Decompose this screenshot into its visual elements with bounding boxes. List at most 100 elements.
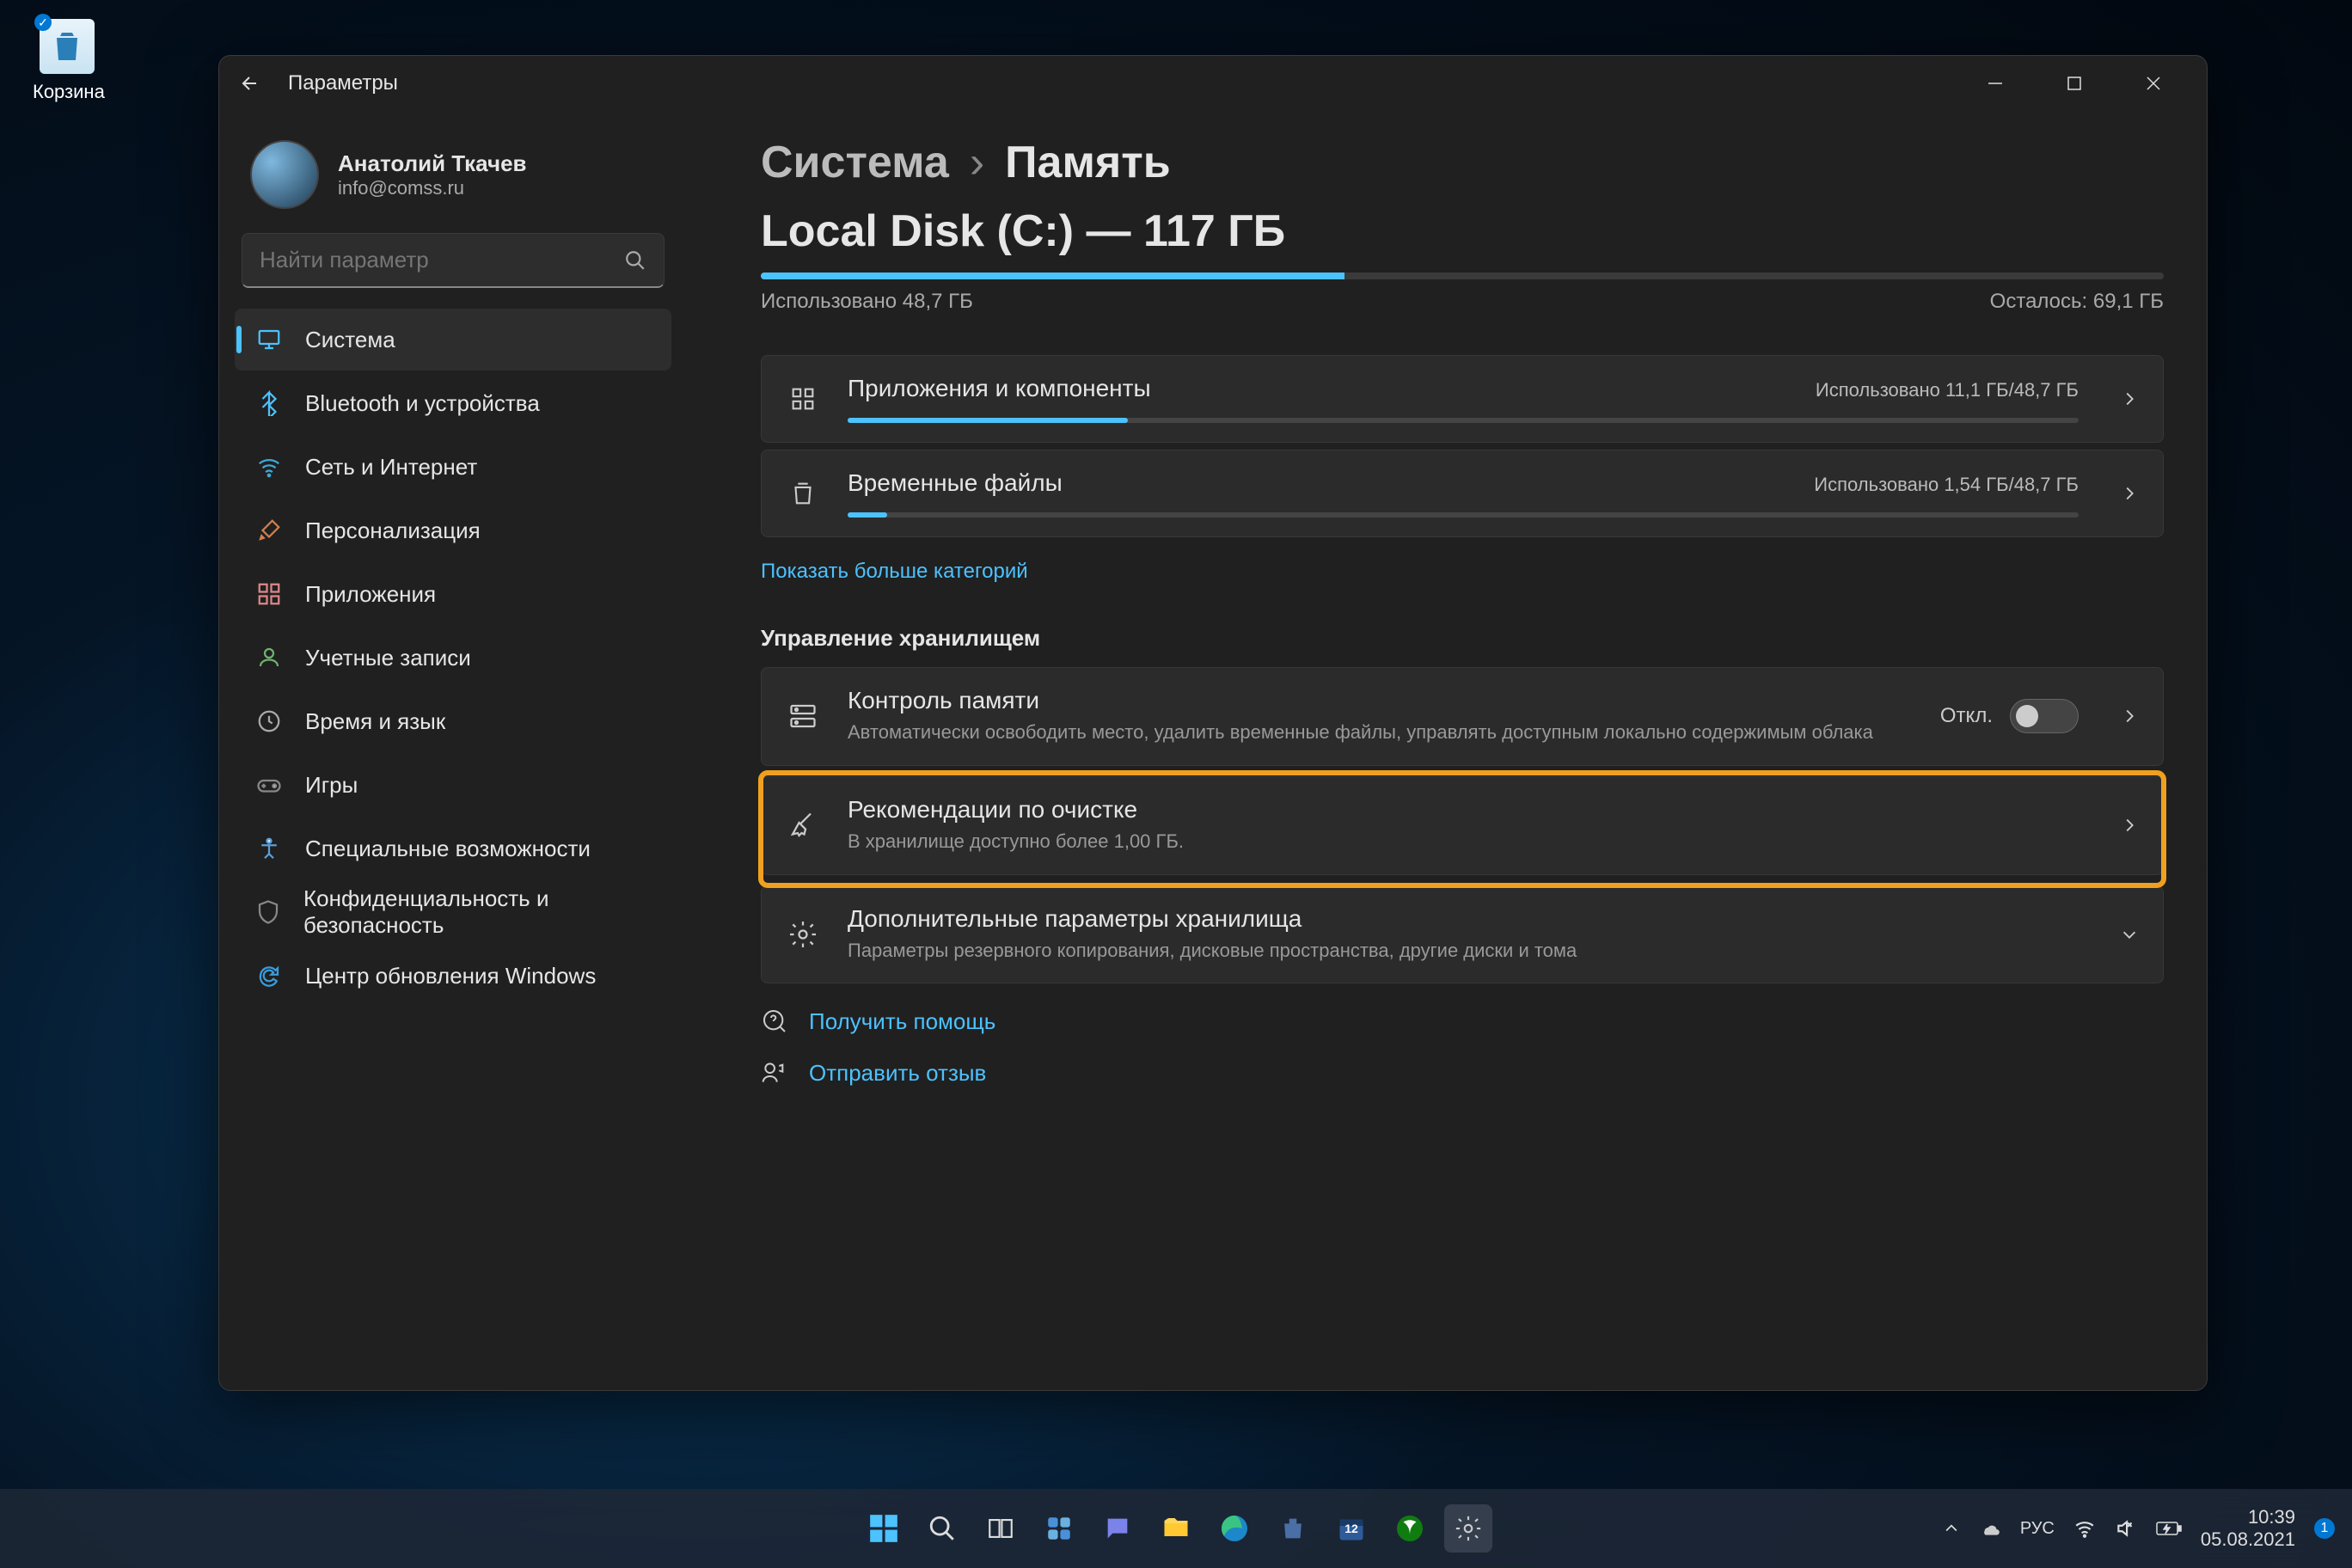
clock-icon <box>255 707 283 735</box>
breadcrumb-current: Память <box>1005 137 1171 188</box>
sidebar-item-10[interactable]: Центр обновления Windows <box>235 945 671 1007</box>
feedback-icon <box>761 1059 788 1087</box>
get-help-link[interactable]: Получить помощь <box>761 1008 2164 1035</box>
breadcrumb-system[interactable]: Система <box>761 137 949 188</box>
update-icon <box>255 962 283 989</box>
sidebar-item-label: Время и язык <box>305 708 445 735</box>
category-usage: Использовано 1,54 ГБ/48,7 ГБ <box>1814 474 2079 496</box>
wifi-icon <box>255 453 283 481</box>
minimize-button[interactable] <box>1956 58 2035 109</box>
chevron-right-icon <box>2120 707 2139 726</box>
tray-battery-icon[interactable] <box>2156 1520 2182 1537</box>
storage-sense-title: Контроль памяти <box>848 687 1913 714</box>
start-button[interactable] <box>860 1504 908 1553</box>
monitor-icon <box>255 326 283 353</box>
sidebar-item-8[interactable]: Специальные возможности <box>235 818 671 879</box>
widgets-button[interactable] <box>1035 1504 1083 1553</box>
desktop-icon-recycle-bin[interactable]: ✓ Корзина <box>33 19 101 103</box>
taskbar: 12 РУС 10:39 05.08.2021 1 <box>0 1489 2352 1568</box>
tray-language[interactable]: РУС <box>2020 1519 2055 1539</box>
advanced-storage-row[interactable]: Дополнительные параметры хранилища Парам… <box>761 885 2164 984</box>
chevron-down-icon <box>2120 925 2139 944</box>
window-title: Параметры <box>288 71 398 95</box>
storage-sense-toggle[interactable] <box>2010 699 2079 733</box>
sidebar-item-label: Приложения <box>305 581 436 608</box>
sidebar-item-5[interactable]: Учетные записи <box>235 627 671 689</box>
category-row-1[interactable]: Временные файлы Использовано 1,54 ГБ/48,… <box>761 450 2164 537</box>
back-button[interactable] <box>233 66 267 101</box>
sidebar-item-4[interactable]: Приложения <box>235 563 671 625</box>
close-button[interactable] <box>2114 58 2193 109</box>
category-bar <box>848 512 2079 518</box>
sidebar-item-label: Bluetooth и устройства <box>305 390 540 417</box>
chevron-right-icon <box>2120 816 2139 835</box>
titlebar: Параметры <box>219 56 2207 111</box>
cleanup-title: Рекомендации по очистке <box>848 796 2079 824</box>
category-bar <box>848 418 2079 423</box>
settings-window: Параметры Анатолий Ткачев info@comss.ru <box>218 55 2208 1391</box>
category-usage: Использовано 11,1 ГБ/48,7 ГБ <box>1816 379 2079 401</box>
help-icon <box>761 1008 788 1035</box>
xbox-button[interactable] <box>1386 1504 1434 1553</box>
breadcrumb: Система › Память <box>761 137 2164 188</box>
tray-chevron-icon[interactable] <box>1943 1520 1960 1537</box>
tray-clock[interactable]: 10:39 05.08.2021 <box>2201 1506 2295 1552</box>
search-icon <box>624 249 646 272</box>
chevron-right-icon <box>2120 389 2139 408</box>
storage-management-header: Управление хранилищем <box>761 625 2164 652</box>
disk-title: Local Disk (C:) — 117 ГБ <box>761 205 2164 257</box>
feedback-link[interactable]: Отправить отзыв <box>761 1059 2164 1087</box>
highlight-box: Рекомендации по очистке В хранилище дост… <box>761 773 2164 885</box>
disk-free-label: Осталось: 69,1 ГБ <box>1990 290 2164 314</box>
tray-wifi-icon[interactable] <box>2073 1517 2096 1540</box>
sidebar-item-label: Специальные возможности <box>305 836 591 862</box>
maximize-button[interactable] <box>2035 58 2114 109</box>
sidebar-item-label: Учетные записи <box>305 645 471 671</box>
broom-icon <box>786 810 820 841</box>
sidebar-item-0[interactable]: Система <box>235 309 671 371</box>
tray-onedrive-icon[interactable] <box>1979 1517 2001 1540</box>
storage-sense-row[interactable]: Контроль памяти Автоматически освободить… <box>761 667 2164 766</box>
user-email: info@comss.ru <box>338 177 527 199</box>
sidebar-item-label: Персонализация <box>305 518 481 544</box>
desktop-icon-label: Корзина <box>33 81 101 103</box>
edge-button[interactable] <box>1210 1504 1259 1553</box>
show-more-categories-link[interactable]: Показать больше категорий <box>761 560 1028 584</box>
tray-volume-icon[interactable] <box>2115 1517 2137 1540</box>
recycle-bin-icon: ✓ <box>40 19 95 74</box>
avatar <box>250 140 319 209</box>
search-box[interactable] <box>242 233 665 288</box>
sidebar-item-3[interactable]: Персонализация <box>235 499 671 561</box>
disk-used-label: Использовано 48,7 ГБ <box>761 290 973 314</box>
shield-icon <box>255 898 281 926</box>
sidebar-item-9[interactable]: Конфиденциальность и безопасность <box>235 881 671 943</box>
sidebar-item-6[interactable]: Время и язык <box>235 690 671 752</box>
category-title: Приложения и компоненты <box>848 375 1151 402</box>
cleanup-sub: В хранилище доступно более 1,00 ГБ. <box>848 829 2079 855</box>
user-name: Анатолий Ткачев <box>338 150 527 177</box>
toggle-state-label: Откл. <box>1940 704 1993 728</box>
settings-button[interactable] <box>1444 1504 1492 1553</box>
cleanup-recommendations-row[interactable]: Рекомендации по очистке В хранилище дост… <box>761 776 2164 875</box>
sidebar-item-label: Игры <box>305 772 358 799</box>
sidebar-item-2[interactable]: Сеть и Интернет <box>235 436 671 498</box>
store-button[interactable] <box>1269 1504 1317 1553</box>
category-row-0[interactable]: Приложения и компоненты Использовано 11,… <box>761 355 2164 443</box>
explorer-button[interactable] <box>1152 1504 1200 1553</box>
search-button[interactable] <box>918 1504 966 1553</box>
content-area: Система › Память Local Disk (C:) — 117 Г… <box>683 111 2207 1390</box>
sidebar: Анатолий Ткачев info@comss.ru Система Blu… <box>219 111 683 1390</box>
search-input[interactable] <box>260 247 624 273</box>
calendar-button[interactable]: 12 <box>1327 1504 1375 1553</box>
chat-button[interactable] <box>1093 1504 1142 1553</box>
sidebar-item-label: Конфиденциальность и безопасность <box>303 885 651 939</box>
tray-notification-badge[interactable]: 1 <box>2314 1518 2335 1539</box>
sidebar-item-1[interactable]: Bluetooth и устройства <box>235 372 671 434</box>
sidebar-item-7[interactable]: Игры <box>235 754 671 816</box>
bluetooth-icon <box>255 389 283 417</box>
access-icon <box>255 835 283 862</box>
apps-icon <box>255 580 283 608</box>
task-view-button[interactable] <box>977 1504 1025 1553</box>
user-profile[interactable]: Анатолий Ткачев info@comss.ru <box>231 132 675 233</box>
check-badge-icon: ✓ <box>34 14 52 31</box>
